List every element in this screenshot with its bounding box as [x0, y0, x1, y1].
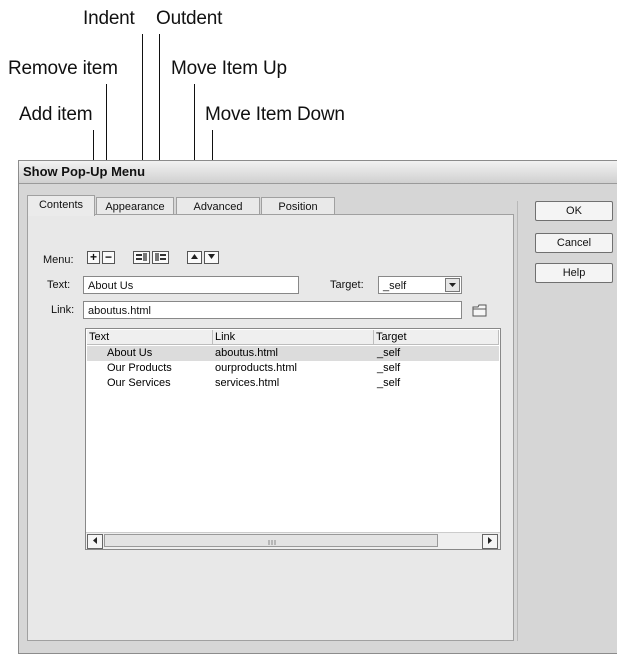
text-label: Text: [47, 279, 71, 291]
indent-icon[interactable] [133, 251, 150, 264]
scrollbar-thumb[interactable] [104, 534, 438, 547]
cancel-button[interactable]: Cancel [535, 233, 613, 253]
table-row[interactable]: Our Services services.html _self [87, 376, 499, 391]
plus-icon[interactable]: + [87, 251, 100, 264]
horizontal-scrollbar[interactable] [86, 532, 500, 549]
folder-icon[interactable] [472, 304, 488, 322]
target-select[interactable]: _self [378, 276, 462, 294]
row-target: _self [377, 347, 401, 359]
menu-label: Menu: [43, 254, 74, 266]
arrow-right-icon[interactable] [482, 534, 498, 549]
table-row[interactable]: Our Products ourproducts.html _self [87, 361, 499, 376]
chevron-down-icon[interactable] [445, 278, 460, 292]
row-target: _self [377, 362, 401, 374]
column-header-text[interactable]: Text [87, 330, 213, 345]
show-popup-menu-dialog: Show Pop-Up Menu × Contents Appearance A… [18, 160, 617, 654]
arrow-up-icon[interactable] [187, 251, 202, 264]
text-input[interactable]: About Us [83, 276, 299, 294]
link-input[interactable]: aboutus.html [83, 301, 462, 319]
arrow-left-icon[interactable] [87, 534, 103, 549]
minus-icon[interactable]: − [102, 251, 115, 264]
row-target: _self [377, 377, 401, 389]
dialog-title: Show Pop-Up Menu [23, 164, 146, 179]
ok-button[interactable]: OK [535, 201, 613, 221]
column-header-target[interactable]: Target [374, 330, 499, 345]
annotation-indent: Indent [83, 8, 135, 29]
target-select-value: _self [383, 280, 407, 292]
annotation-move-item-up: Move Item Up [171, 58, 287, 79]
divider [517, 201, 518, 641]
title-bar: Show Pop-Up Menu × [19, 161, 617, 184]
help-button[interactable]: Help [535, 263, 613, 283]
row-text: Our Services [107, 377, 171, 389]
annotation-add-item: Add item [19, 104, 93, 125]
column-header-link[interactable]: Link [213, 330, 374, 345]
menu-items-table[interactable]: Text Link Target About Us aboutus.html _… [85, 328, 501, 550]
annotation-move-item-down: Move Item Down [205, 104, 345, 125]
annotation-remove-item: Remove item [8, 58, 118, 79]
link-label: Link: [51, 304, 75, 316]
row-link: ourproducts.html [215, 362, 297, 374]
table-row[interactable]: About Us aboutus.html _self [87, 346, 499, 361]
outdent-icon[interactable] [152, 251, 169, 264]
annotation-outdent: Outdent [156, 8, 223, 29]
row-link: aboutus.html [215, 347, 278, 359]
tab-contents[interactable]: Contents [27, 195, 95, 216]
row-text: About Us [107, 347, 153, 359]
row-link: services.html [215, 377, 280, 389]
arrow-down-icon[interactable] [204, 251, 219, 264]
row-text: Our Products [107, 362, 172, 374]
target-label: Target: [330, 279, 364, 291]
